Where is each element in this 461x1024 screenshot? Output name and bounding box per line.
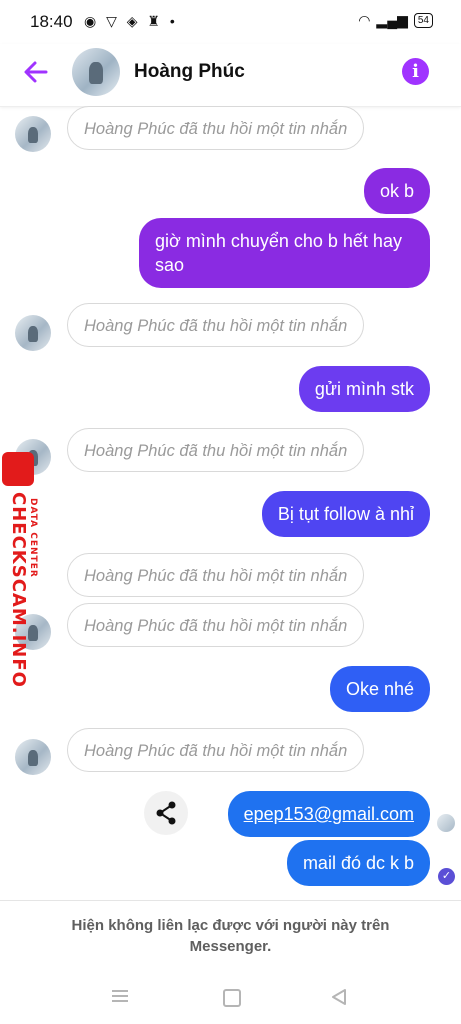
battery-icon: 54 xyxy=(413,13,433,28)
message-list[interactable]: Hoàng Phúc đã thu hồi một tin nhắn ok b … xyxy=(0,106,461,900)
seen-avatar xyxy=(437,814,455,832)
recalled-message[interactable]: Hoàng Phúc đã thu hồi một tin nhắn xyxy=(67,428,365,472)
chat-header: Hoàng Phúc i xyxy=(0,44,461,107)
notification-icons: ◉ ▽ ◈ ♜ • xyxy=(84,13,178,29)
status-bar: 18:40 ◉ ▽ ◈ ♜ • ◠ ▂▄▆ 54 xyxy=(0,0,461,44)
unavailable-notice: Hiện không liên lạc được với người này t… xyxy=(0,900,461,969)
sent-message[interactable]: Oke nhé xyxy=(329,666,430,712)
recalled-message[interactable]: Hoàng Phúc đã thu hồi một tin nhắn xyxy=(67,553,365,597)
recalled-message[interactable]: Hoàng Phúc đã thu hồi một tin nhắn xyxy=(67,728,365,772)
home-icon[interactable] xyxy=(223,989,241,1007)
status-right: ◠ ▂▄▆ 54 xyxy=(358,12,433,29)
share-icon xyxy=(156,801,176,825)
signal-icon: ▂▄▆ xyxy=(376,12,408,28)
contact-avatar[interactable] xyxy=(72,48,120,96)
notice-text: Hiện không liên lạc được với người này t… xyxy=(71,917,390,955)
sent-message[interactable]: mail đó dc k b xyxy=(286,840,430,886)
lock-icon xyxy=(2,452,34,486)
recalled-message[interactable]: Hoàng Phúc đã thu hồi một tin nhắn xyxy=(67,303,365,347)
recent-apps-icon[interactable] xyxy=(112,990,128,1002)
sender-avatar xyxy=(15,116,51,152)
sent-message[interactable]: giờ mình chuyển cho b hết hay sao xyxy=(139,218,430,288)
sent-message[interactable]: gửi mình stk xyxy=(298,366,430,412)
contact-name[interactable]: Hoàng Phúc xyxy=(134,61,245,83)
watermark-brand: CHECKSCAM.INFO xyxy=(8,492,29,688)
recalled-message[interactable]: Hoàng Phúc đã thu hồi một tin nhắn xyxy=(67,106,365,150)
status-time: 18:40 xyxy=(30,12,73,31)
sender-avatar xyxy=(15,739,51,775)
recalled-message[interactable]: Hoàng Phúc đã thu hồi một tin nhắn xyxy=(67,603,365,647)
delivered-check-icon: ✓ xyxy=(438,868,455,885)
sender-avatar xyxy=(15,315,51,351)
watermark: CHECKSCAM.INFO DATA CENTER xyxy=(2,452,42,688)
share-button[interactable] xyxy=(144,791,188,835)
system-nav-bar xyxy=(0,968,461,1024)
sent-email-link[interactable]: epep153@gmail.com xyxy=(227,791,430,837)
sent-message[interactable]: Bị tụt follow à nhỉ xyxy=(261,491,430,537)
sent-message[interactable]: ok b xyxy=(363,168,430,214)
back-arrow-icon[interactable] xyxy=(22,58,50,86)
watermark-sub: DATA CENTER xyxy=(28,498,38,578)
info-icon[interactable]: i xyxy=(402,58,429,85)
nav-back-icon[interactable] xyxy=(330,988,348,1006)
wifi-icon: ◠ xyxy=(358,12,371,28)
